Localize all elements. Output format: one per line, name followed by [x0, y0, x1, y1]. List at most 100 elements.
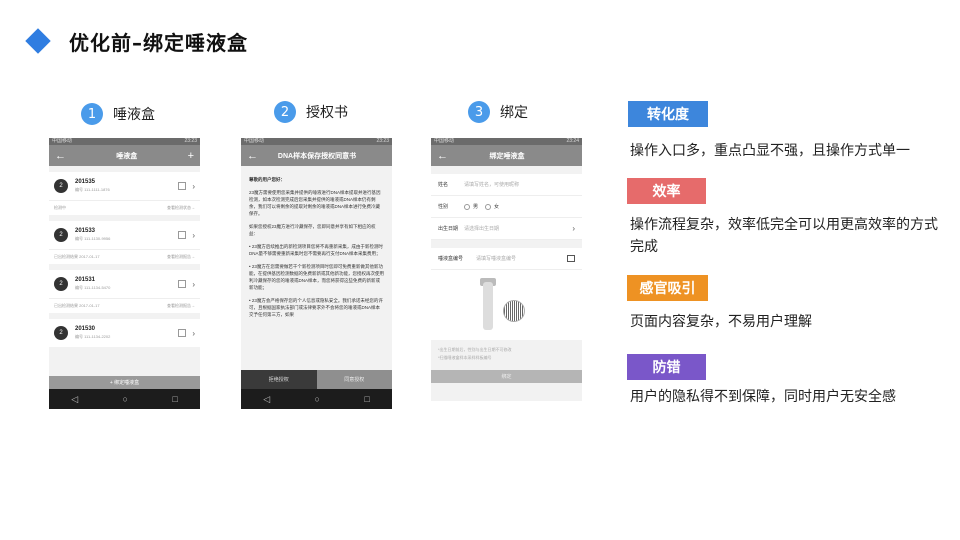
back-arrow-icon[interactable]: ←	[55, 150, 66, 162]
nav-back-icon[interactable]: ◁	[71, 394, 78, 405]
phone-screenshot-bind-form: 中国移动 23:24 ← 绑定唾液盒 姓名 请填写姓名，可使用昵称 性别 男 女…	[431, 138, 582, 401]
bind-submit-button[interactable]: 绑定	[431, 370, 582, 383]
radio-male[interactable]	[464, 203, 470, 210]
box-serial: 编号 111-1134-2202	[75, 334, 111, 339]
status-bar: 中国移动 23:23	[49, 138, 200, 145]
list-item[interactable]: 2 201533 编号 111-1130-9956 › 已出检测结果 2017-…	[49, 221, 200, 264]
page-title: 优化前–绑定唾液盒	[69, 30, 248, 55]
birth-input[interactable]: 请选择出生日期	[464, 225, 572, 232]
step-label: 授权书	[306, 105, 348, 121]
chevron-right-icon: ›	[192, 279, 195, 289]
android-nav-bar: ◁ ○ □	[241, 389, 392, 409]
chevron-right-icon: ›	[192, 181, 195, 191]
doc-paragraph: • 23魔方会严格保存您的个人信息或隐私安全。我们承诺未经您的许可，且根据国家执…	[249, 298, 383, 317]
title-row: 优化前–绑定唾液盒	[25, 26, 248, 56]
issue-tag-appeal: 感官吸引	[627, 275, 708, 301]
issue-desc-appeal: 页面内容复杂，不易用户理解	[630, 314, 812, 330]
step-2: 2 授权书	[274, 101, 348, 123]
birth-field-row[interactable]: 出生日期 请选择出生日期 ›	[431, 218, 582, 240]
app-bar-title: 绑定唾液盒	[489, 152, 525, 160]
issue-tag-efficiency: 效率	[627, 178, 706, 204]
box-id: 201535	[75, 179, 96, 185]
qr-code-icon	[178, 231, 187, 239]
consent-buttons: 拒绝授权 同意授权	[241, 370, 392, 389]
issue-desc-conversion: 操作入口多，重点凸显不强，且操作方式单一	[630, 143, 910, 159]
box-status: 已出检测结果 2017-01-17	[54, 303, 100, 308]
add-icon[interactable]: +	[188, 150, 194, 162]
app-bar-title: 唾液盒	[116, 152, 138, 160]
box-serial: 编号 111-1111-1876	[75, 187, 110, 192]
box-id: 201533	[75, 228, 96, 234]
box-status: 检测中	[54, 205, 66, 210]
list-item[interactable]: 2 201530 编号 111-1134-2202 ›	[49, 319, 200, 347]
name-input[interactable]: 请填写姓名，可使用昵称	[464, 181, 575, 188]
nav-recents-icon[interactable]: □	[364, 394, 369, 404]
back-arrow-icon[interactable]: ←	[247, 150, 258, 162]
decline-button[interactable]: 拒绝授权	[241, 370, 317, 389]
status-bar: 中国移动 23:24	[431, 138, 582, 145]
nav-home-icon[interactable]: ○	[315, 394, 320, 404]
step-label: 绑定	[500, 105, 528, 121]
box-id: 201531	[75, 277, 96, 283]
box-number-label: 唾液盒编号	[438, 256, 464, 262]
app-bar: ← 绑定唾液盒	[431, 145, 582, 166]
back-arrow-icon[interactable]: ←	[437, 150, 448, 162]
nav-home-icon[interactable]: ○	[123, 394, 128, 404]
name-field-row: 姓名 请填写姓名，可使用昵称	[431, 174, 582, 196]
scan-icon[interactable]	[567, 255, 575, 262]
avatar: 2	[54, 228, 68, 242]
diamond-icon	[25, 28, 51, 54]
gender-label: 性别	[438, 204, 449, 210]
issue-tag-conversion: 转化度	[628, 101, 708, 127]
authorization-document: 尊敬的用户您好： 23魔方需要使用您采集并提供的唾液进行DNA样本提取并进行基因…	[241, 166, 392, 334]
nav-back-icon[interactable]: ◁	[263, 394, 270, 405]
box-serial: 编号 111-1130-9956	[75, 236, 111, 241]
app-bar: ← 唾液盒 +	[49, 145, 200, 166]
chevron-right-icon: ›	[192, 328, 195, 338]
step-number: 3	[468, 101, 490, 123]
avatar: 2	[54, 277, 68, 291]
box-status: 已出检测结果 2017-01-17	[54, 254, 100, 259]
barcode-icon	[503, 300, 525, 322]
android-nav-bar: ◁ ○ □	[49, 389, 200, 409]
step-1: 1 唾液盒	[81, 103, 155, 125]
qr-code-icon	[178, 182, 187, 190]
box-action-link[interactable]: 查看检测报告→	[167, 303, 195, 309]
list-item[interactable]: 2 201535 编号 111-1111-1876 › 检测中 查看检测状态→	[49, 172, 200, 215]
box-number-input[interactable]: 请填写唾液盒编号	[476, 255, 567, 262]
chevron-right-icon: ›	[572, 224, 575, 233]
issue-tag-error-prevention: 防错	[627, 354, 706, 380]
issue-desc-error-prevention: 用户的隐私得不到保障，同时用户无安全感	[630, 389, 896, 405]
box-id: 201530	[75, 326, 96, 332]
doc-paragraph: • 23魔方后续推出的新检测项目您将不再重新采集，成由于新检测时DNA量不够需要…	[249, 244, 383, 256]
nav-recents-icon[interactable]: □	[172, 394, 177, 404]
box-action-link[interactable]: 查看检测状态→	[167, 205, 195, 211]
avatar: 2	[54, 326, 68, 340]
doc-paragraph: 23魔方需要使用您采集并提供的唾液进行DNA样本提取并进行基因检测，如本次检测完…	[249, 190, 381, 216]
name-label: 姓名	[438, 182, 449, 188]
birth-label: 出生日期	[438, 226, 459, 232]
app-bar: ← DNA样本保存授权同意书	[241, 145, 392, 166]
chevron-right-icon: ›	[192, 230, 195, 240]
app-bar-title: DNA样本保存授权同意书	[277, 152, 357, 160]
list-item[interactable]: 2 201531 编号 111-1134-5470 › 已出检测结果 2017-…	[49, 270, 200, 313]
gender-field-row: 性别 男 女	[431, 196, 582, 218]
doc-paragraph: • 23魔方在您需要做若干个新检测项目时您即可免费重新做其他新功能，在提供基因检…	[249, 264, 384, 290]
phone-screenshot-authorization: 中国移动 23:23 ← DNA样本保存授权同意书 尊敬的用户您好： 23魔方需…	[241, 138, 392, 409]
step-number: 1	[81, 103, 103, 125]
form-hint: *出生日期前后，性别与出生日期不可修改 *扫描唾液盒样本采样样板编号	[438, 347, 512, 360]
bind-saliva-box-button[interactable]: + 绑定唾液盒	[49, 376, 200, 389]
box-number-field-row: 唾液盒编号 请填写唾液盒编号	[431, 248, 582, 270]
issue-desc-efficiency: 操作流程复杂，效率低完全可以用更高效率的方式完成	[630, 217, 938, 255]
doc-greeting: 尊敬的用户您好：	[249, 177, 285, 182]
doc-paragraph: 如果您授权23魔方进行冷藏保存，您即同意并享有如下相应的权益：	[249, 224, 376, 236]
box-action-link[interactable]: 查看检测报告→	[167, 254, 195, 260]
avatar: 2	[54, 179, 68, 193]
step-3: 3 绑定	[468, 101, 528, 123]
qr-code-icon	[178, 280, 187, 288]
step-label: 唾液盒	[113, 107, 155, 123]
radio-female[interactable]	[484, 203, 491, 210]
tube-shape	[483, 282, 493, 330]
agree-button[interactable]: 同意授权	[316, 370, 392, 389]
status-bar: 中国移动 23:23	[241, 138, 392, 145]
